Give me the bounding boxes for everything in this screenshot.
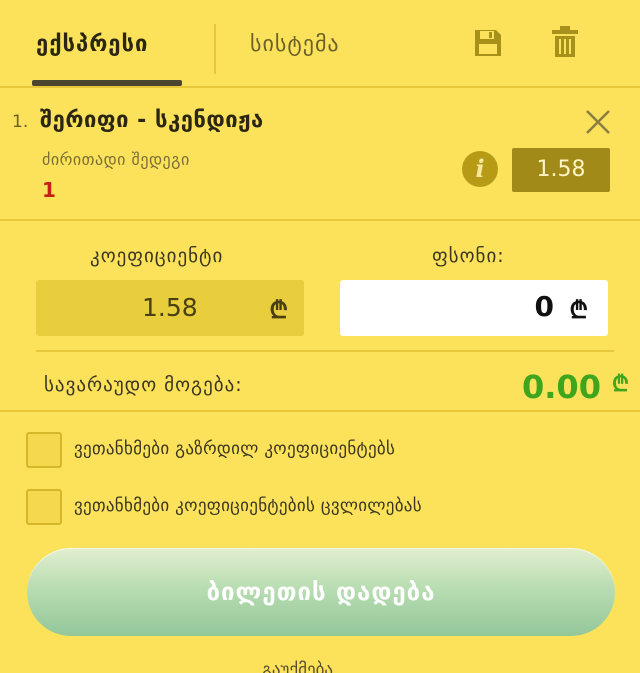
accept-higher-odds-checkbox[interactable] <box>26 432 62 468</box>
lari-currency-icon: ₾ <box>269 296 288 324</box>
tab-express[interactable]: ექსპრესი <box>36 28 148 62</box>
bet-index: 1. <box>12 112 29 132</box>
bet-market: ძირითადი შედეგი <box>42 150 190 169</box>
save-icon[interactable] <box>473 28 503 58</box>
trash-icon[interactable] <box>551 26 579 58</box>
accept-higher-odds-label: ვეთანხმები გაზრდილ კოეფიციენტებს <box>74 439 396 459</box>
stake-label: ფსონი: <box>432 245 505 267</box>
place-bet-button[interactable]: ბილეთის დადება <box>27 548 615 636</box>
coefficient-value: 1.58 <box>142 293 198 322</box>
close-icon[interactable] <box>584 108 612 136</box>
bet-item: 1. შერიფი - სკენდიჟა ძირითადი შედეგი 1 i… <box>0 88 640 221</box>
tab-system[interactable]: სისტემა <box>250 28 340 62</box>
cancel-link[interactable]: გაუქმება <box>262 660 333 673</box>
bet-odds-badge: 1.58 <box>512 148 610 192</box>
coefficient-label: კოეფიციენტი <box>90 245 224 267</box>
possible-payout-value: 0.00 <box>522 368 601 406</box>
active-tab-indicator <box>32 80 182 86</box>
tab-divider <box>214 24 216 74</box>
bet-pick: 1 <box>42 178 56 202</box>
stake-input[interactable]: 0 ₾ <box>340 280 608 336</box>
accept-odds-changes-checkbox[interactable] <box>26 489 62 525</box>
info-icon[interactable]: i <box>462 151 498 187</box>
stake-value: 0 <box>534 290 554 323</box>
accept-odds-changes-label: ვეთანხმები კოეფიციენტების ცვლილებას <box>74 496 422 516</box>
divider <box>0 410 640 412</box>
lari-currency-icon: ₾ <box>569 296 588 324</box>
divider <box>36 350 614 352</box>
lari-currency-icon: ₾ <box>612 372 629 397</box>
betslip-tabs: ექსპრესი სისტემა <box>0 0 640 88</box>
bet-event-title: შერიფი - სკენდიჟა <box>40 108 264 133</box>
possible-payout-label: სავარაუდო მოგება: <box>44 374 243 396</box>
coefficient-field: 1.58 ₾ <box>36 280 304 336</box>
